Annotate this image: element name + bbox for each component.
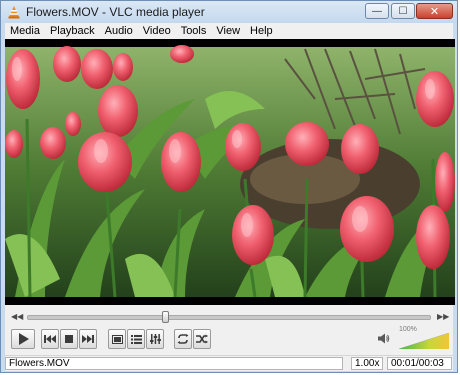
seek-slider[interactable] [27, 311, 431, 323]
controls-panel: ◀◀ ▶▶ 100% [5, 305, 453, 355]
extended-settings-button[interactable] [146, 329, 164, 349]
fullscreen-button[interactable] [108, 329, 126, 349]
shuffle-button[interactable] [193, 329, 211, 349]
stop-icon [65, 335, 73, 343]
vlc-cone-icon [8, 6, 20, 19]
loop-icon [177, 334, 189, 344]
speaker-icon[interactable] [378, 333, 390, 344]
video-frame-tulips [5, 39, 455, 305]
previous-icon [44, 335, 56, 343]
previous-button[interactable] [41, 329, 59, 349]
menu-audio[interactable]: Audio [100, 23, 138, 39]
menu-bar: Media Playback Audio Video Tools View He… [5, 23, 453, 40]
playlist-button[interactable] [127, 329, 145, 349]
next-button[interactable] [79, 329, 97, 349]
playback-speed[interactable]: 1.00x [351, 357, 383, 370]
loop-button[interactable] [174, 329, 192, 349]
play-icon [18, 333, 29, 345]
seek-handle[interactable] [161, 311, 169, 323]
close-icon: ✕ [429, 5, 440, 18]
seek-back-icon[interactable]: ◀◀ [11, 312, 23, 321]
seek-bar-row: ◀◀ ▶▶ [5, 309, 453, 323]
minimize-button[interactable]: — [365, 3, 389, 19]
close-button[interactable]: ✕ [416, 3, 453, 19]
menu-view[interactable]: View [211, 23, 245, 39]
video-output[interactable] [5, 39, 455, 305]
menu-tools[interactable]: Tools [176, 23, 212, 39]
seek-forward-icon[interactable]: ▶▶ [437, 312, 449, 321]
maximize-button[interactable]: ☐ [391, 3, 415, 19]
stop-button[interactable] [60, 329, 78, 349]
volume-slider[interactable] [399, 333, 449, 349]
menu-playback[interactable]: Playback [45, 23, 100, 39]
time-display[interactable]: 00:01/00:03 [387, 357, 452, 370]
equalizer-icon [149, 334, 161, 344]
window-title: Flowers.MOV - VLC media player [26, 5, 205, 19]
menu-help[interactable]: Help [245, 23, 278, 39]
vlc-window: Flowers.MOV - VLC media player — ☐ ✕ Med… [0, 0, 458, 373]
title-bar[interactable]: Flowers.MOV - VLC media player — ☐ ✕ [1, 1, 457, 23]
playlist-icon [130, 334, 142, 344]
play-button[interactable] [11, 329, 35, 349]
volume-percent-label: 100% [399, 326, 417, 333]
maximize-icon: ☐ [398, 5, 408, 17]
minimize-icon: — [372, 5, 382, 17]
status-bar: Flowers.MOV 1.00x 00:01/00:03 [5, 355, 453, 371]
status-filename: Flowers.MOV [5, 357, 343, 370]
menu-media[interactable]: Media [5, 23, 45, 39]
next-icon [82, 335, 94, 343]
menu-video[interactable]: Video [138, 23, 176, 39]
shuffle-icon [196, 334, 208, 344]
fullscreen-icon [111, 334, 123, 344]
